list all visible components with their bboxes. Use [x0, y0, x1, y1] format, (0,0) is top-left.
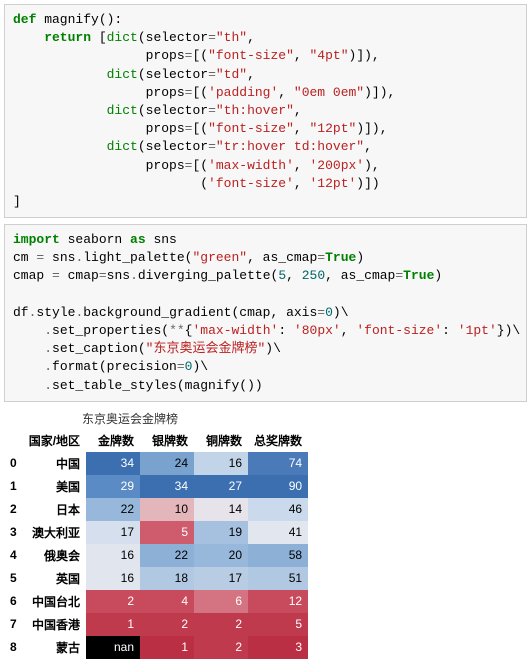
region-cell: 中国香港	[23, 613, 86, 636]
value-cell: 16	[194, 452, 248, 475]
value-cell: 16	[86, 567, 140, 590]
value-cell: 18	[140, 567, 194, 590]
value-cell: 1	[86, 613, 140, 636]
kw-def: def	[13, 12, 36, 27]
row-index: 6	[4, 590, 23, 613]
table-row: 7中国香港1225	[4, 613, 308, 636]
value-cell: 34	[140, 475, 194, 498]
table-row: 5英国16181751	[4, 567, 308, 590]
table-row: 3澳大利亚1751941	[4, 521, 308, 544]
value-cell: 5	[140, 521, 194, 544]
table-row: 8蒙古nan123	[4, 636, 308, 659]
value-cell: 2	[194, 636, 248, 659]
table-row: 4俄奥会16222058	[4, 544, 308, 567]
row-index: 0	[4, 452, 23, 475]
styled-dataframe: 国家/地区 金牌数 银牌数 铜牌数 总奖牌数 0中国342416741美国293…	[4, 429, 308, 659]
value-cell: 4	[140, 590, 194, 613]
region-cell: 蒙古	[23, 636, 86, 659]
value-cell: 1	[140, 636, 194, 659]
value-cell: 16	[86, 544, 140, 567]
row-index: 3	[4, 521, 23, 544]
value-cell: 6	[194, 590, 248, 613]
value-cell: 2	[86, 590, 140, 613]
table-caption: 东京奥运会金牌榜	[82, 410, 527, 427]
value-cell: 14	[194, 498, 248, 521]
value-cell: 41	[248, 521, 308, 544]
row-index: 1	[4, 475, 23, 498]
value-cell: 34	[86, 452, 140, 475]
table-row: 2日本22101446	[4, 498, 308, 521]
region-cell: 日本	[23, 498, 86, 521]
region-cell: 俄奥会	[23, 544, 86, 567]
value-cell: 22	[86, 498, 140, 521]
value-cell: 51	[248, 567, 308, 590]
col-header: 总奖牌数	[248, 429, 308, 452]
value-cell: nan	[86, 636, 140, 659]
code-cell-2[interactable]: import seaborn as sns cm = sns.light_pal…	[4, 224, 527, 402]
table-row: 1美国29342790	[4, 475, 308, 498]
row-index: 7	[4, 613, 23, 636]
value-cell: 20	[194, 544, 248, 567]
col-header: 铜牌数	[194, 429, 248, 452]
code-cell-1[interactable]: def magnify(): return [dict(selector="th…	[4, 4, 527, 218]
table-row: 0中国34241674	[4, 452, 308, 475]
region-cell: 英国	[23, 567, 86, 590]
value-cell: 17	[86, 521, 140, 544]
value-cell: 58	[248, 544, 308, 567]
value-cell: 29	[86, 475, 140, 498]
value-cell: 2	[194, 613, 248, 636]
value-cell: 10	[140, 498, 194, 521]
kw-return: return	[13, 30, 91, 45]
row-index: 5	[4, 567, 23, 590]
col-header: 银牌数	[140, 429, 194, 452]
value-cell: 22	[140, 544, 194, 567]
region-cell: 澳大利亚	[23, 521, 86, 544]
col-header: 国家/地区	[23, 429, 86, 452]
col-header: 金牌数	[86, 429, 140, 452]
value-cell: 12	[248, 590, 308, 613]
value-cell: 46	[248, 498, 308, 521]
row-index: 4	[4, 544, 23, 567]
fn-name: magnify():	[36, 12, 122, 27]
header-row: 国家/地区 金牌数 银牌数 铜牌数 总奖牌数	[4, 429, 308, 452]
region-cell: 美国	[23, 475, 86, 498]
index-header	[4, 429, 23, 452]
row-index: 8	[4, 636, 23, 659]
row-index: 2	[4, 498, 23, 521]
value-cell: 3	[248, 636, 308, 659]
value-cell: 2	[140, 613, 194, 636]
region-cell: 中国台北	[23, 590, 86, 613]
output-area: 东京奥运会金牌榜 国家/地区 金牌数 银牌数 铜牌数 总奖牌数 0中国34241…	[4, 410, 527, 659]
value-cell: 27	[194, 475, 248, 498]
value-cell: 5	[248, 613, 308, 636]
value-cell: 90	[248, 475, 308, 498]
value-cell: 24	[140, 452, 194, 475]
value-cell: 74	[248, 452, 308, 475]
value-cell: 19	[194, 521, 248, 544]
region-cell: 中国	[23, 452, 86, 475]
table-row: 6中国台北24612	[4, 590, 308, 613]
value-cell: 17	[194, 567, 248, 590]
